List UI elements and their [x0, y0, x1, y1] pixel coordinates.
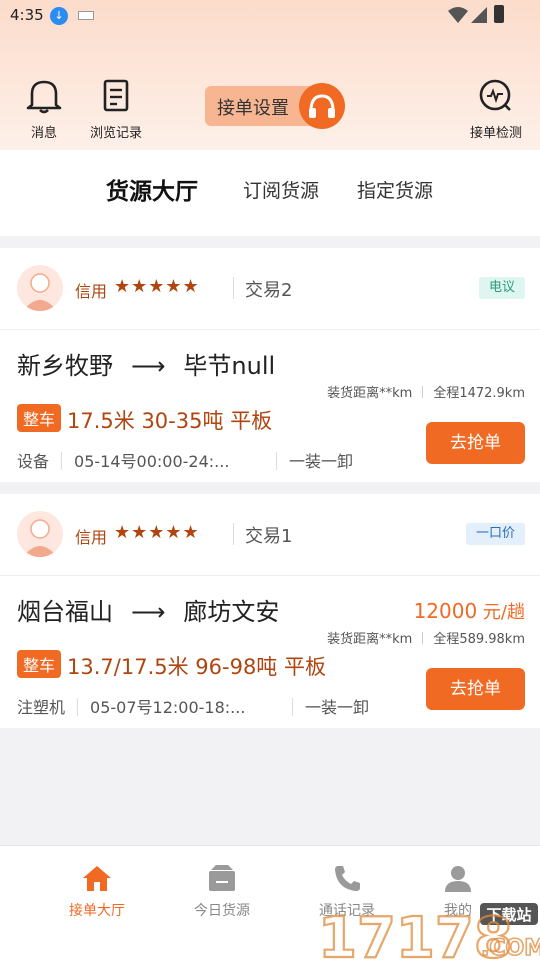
app-header: 4:35 ↓ 消息 浏览记录 接单设置 接单检测 — [0, 0, 540, 150]
order-check-button[interactable]: 接单检测 — [466, 78, 526, 141]
total-distance: 全程1472.9km — [433, 386, 525, 401]
vehicle-spec: 13.7/17.5米 96-98吨 平板 — [67, 655, 326, 679]
headphones-icon — [299, 83, 345, 129]
load-date: 05-07号12:00-18:... — [90, 698, 246, 717]
status-bar: 4:35 ↓ — [0, 0, 540, 32]
notification-icon — [78, 11, 94, 20]
total-distance: 全程589.98km — [433, 632, 525, 647]
nav-label: 今日货源 — [194, 903, 250, 919]
origin: 新乡牧野 — [17, 352, 113, 380]
user-icon — [445, 866, 471, 892]
goods-name: 注塑机 — [17, 698, 66, 717]
grab-order-button[interactable]: 去抢单 — [426, 422, 525, 464]
order-settings-button[interactable]: 接单设置 — [205, 83, 345, 129]
order-settings-label: 接单设置 — [217, 98, 289, 119]
battery-icon — [494, 5, 504, 23]
distance-info: 装货距离**km 全程1472.9km — [327, 382, 525, 401]
destination: 廊坊文安 — [183, 598, 280, 626]
divider — [233, 277, 234, 299]
load-distance: 装货距离**km — [327, 386, 413, 401]
handling: 一装一卸 — [305, 698, 370, 717]
load-type-badge: 整车 — [17, 650, 62, 678]
cargo-meta: 设备 05-14号00:00-24:... 一装一卸 — [17, 448, 353, 472]
trade-count: 交易2 — [245, 280, 293, 301]
signal-icon — [471, 7, 487, 23]
credit-label: 信用 — [75, 282, 108, 301]
tab-assigned[interactable]: 指定货源 — [357, 176, 433, 203]
watermark-suffix: .COM — [481, 936, 540, 960]
order-check-label: 接单检测 — [469, 126, 522, 141]
load-date: 05-14号00:00-24:... — [74, 452, 230, 471]
cargo-spec: 整车 13.7/17.5米 96-98吨 平板 — [17, 650, 326, 681]
listing-card[interactable]: 信用 ★★★★★ 交易1 一口价 烟台福山 ⟶ 廊坊文安 12000 元/趟 装货距… — [0, 494, 540, 728]
credit-stars: ★★★★★ — [114, 522, 200, 543]
credit-stars: ★★★★★ — [114, 276, 200, 297]
nav-order-hall[interactable]: 接单大厅 — [52, 864, 142, 920]
home-icon — [83, 866, 111, 891]
history-label: 浏览记录 — [89, 126, 142, 141]
tab-cargo-hall[interactable]: 货源大厅 — [106, 172, 198, 206]
tab-subscribed[interactable]: 订阅货源 — [243, 176, 319, 203]
destination: 毕节null — [183, 352, 276, 380]
box-icon — [209, 865, 235, 891]
bell-icon — [26, 80, 62, 114]
shipper-row: 信用 ★★★★★ 交易1 一口价 — [0, 494, 540, 576]
status-time: 4:35 — [10, 6, 44, 24]
document-icon — [103, 79, 129, 112]
price-amount: 12000 — [413, 599, 478, 623]
avatar — [17, 265, 63, 311]
route-arrow: ⟶ — [131, 352, 166, 380]
wifi-icon — [448, 7, 468, 23]
credit-label: 信用 — [75, 528, 108, 547]
nav-label: 接单大厅 — [69, 903, 125, 919]
vehicle-spec: 17.5米 30-35吨 平板 — [67, 409, 273, 433]
price-type-badge: 电议 — [478, 277, 525, 299]
origin: 烟台福山 — [17, 598, 113, 626]
download-icon: ↓ — [50, 7, 68, 25]
phone-icon — [335, 866, 360, 891]
load-type-badge: 整车 — [17, 404, 62, 432]
history-button[interactable]: 浏览记录 — [86, 78, 146, 141]
avatar — [17, 511, 63, 557]
messages-button[interactable]: 消息 — [22, 78, 66, 141]
load-distance: 装货距离**km — [327, 632, 413, 647]
route-arrow: ⟶ — [131, 598, 166, 626]
shipper-row: 信用 ★★★★★ 交易2 电议 — [0, 248, 540, 330]
grab-order-button[interactable]: 去抢单 — [426, 668, 525, 710]
detection-icon — [479, 79, 511, 111]
price: 12000 元/趟 — [414, 598, 525, 624]
handling: 一装一卸 — [289, 452, 354, 471]
price-type-badge: 一口价 — [465, 523, 525, 545]
nav-today-cargo[interactable]: 今日货源 — [177, 864, 267, 920]
route: 烟台福山 ⟶ 廊坊文安 — [17, 592, 279, 627]
source-tabs: 货源大厅 订阅货源 指定货源 — [0, 150, 540, 236]
messages-label: 消息 — [30, 126, 57, 141]
price-unit: 元/趟 — [477, 602, 525, 623]
goods-name: 设备 — [17, 452, 50, 471]
cargo-spec: 整车 17.5米 30-35吨 平板 — [17, 404, 272, 435]
divider — [233, 523, 234, 545]
listing-card[interactable]: 信用 ★★★★★ 交易2 电议 新乡牧野 ⟶ 毕节null 装货距离**km 全程14… — [0, 248, 540, 482]
cargo-meta: 注塑机 05-07号12:00-18:... 一装一卸 — [17, 694, 369, 718]
watermark-logo: 下载站 17178 .COM — [317, 903, 540, 960]
trade-count: 交易1 — [245, 526, 293, 547]
route: 新乡牧野 ⟶ 毕节null — [17, 346, 275, 381]
distance-info: 装货距离**km 全程589.98km — [327, 628, 525, 647]
